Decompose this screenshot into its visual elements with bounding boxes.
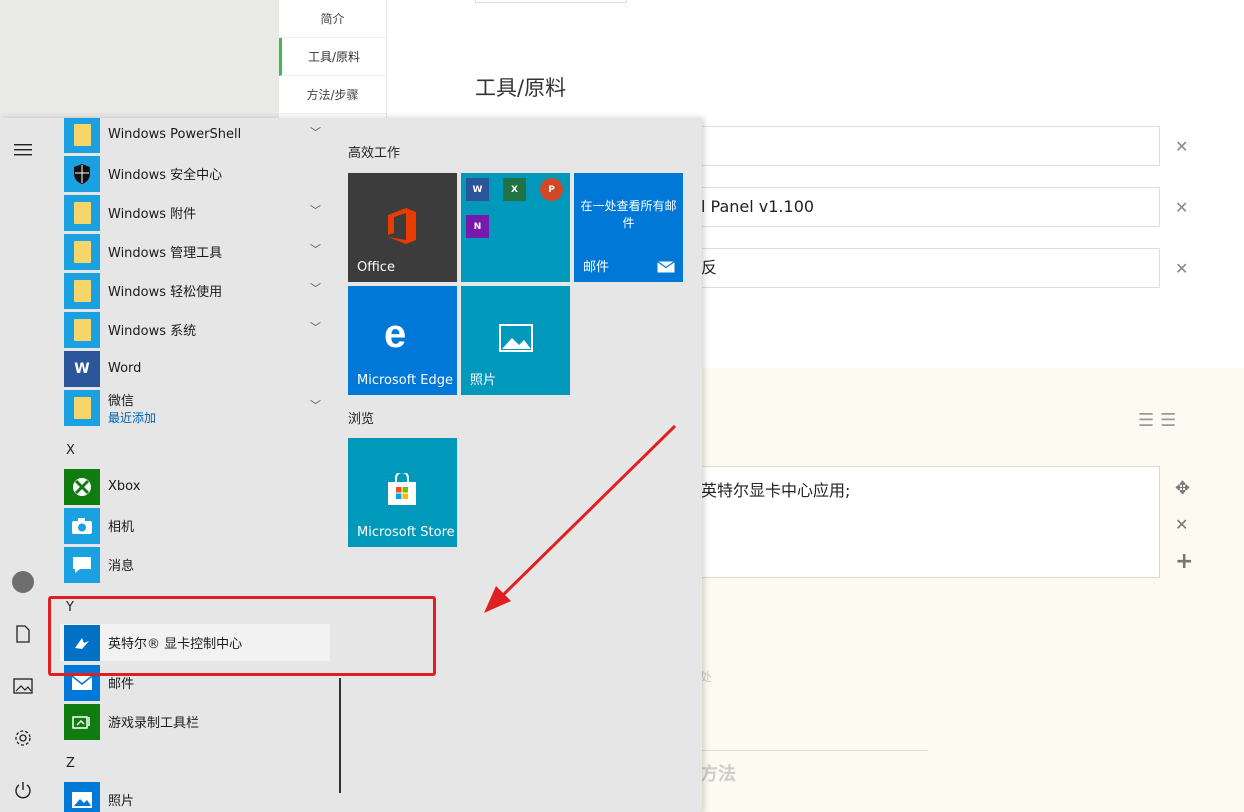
annotation-arrow (484, 424, 677, 613)
